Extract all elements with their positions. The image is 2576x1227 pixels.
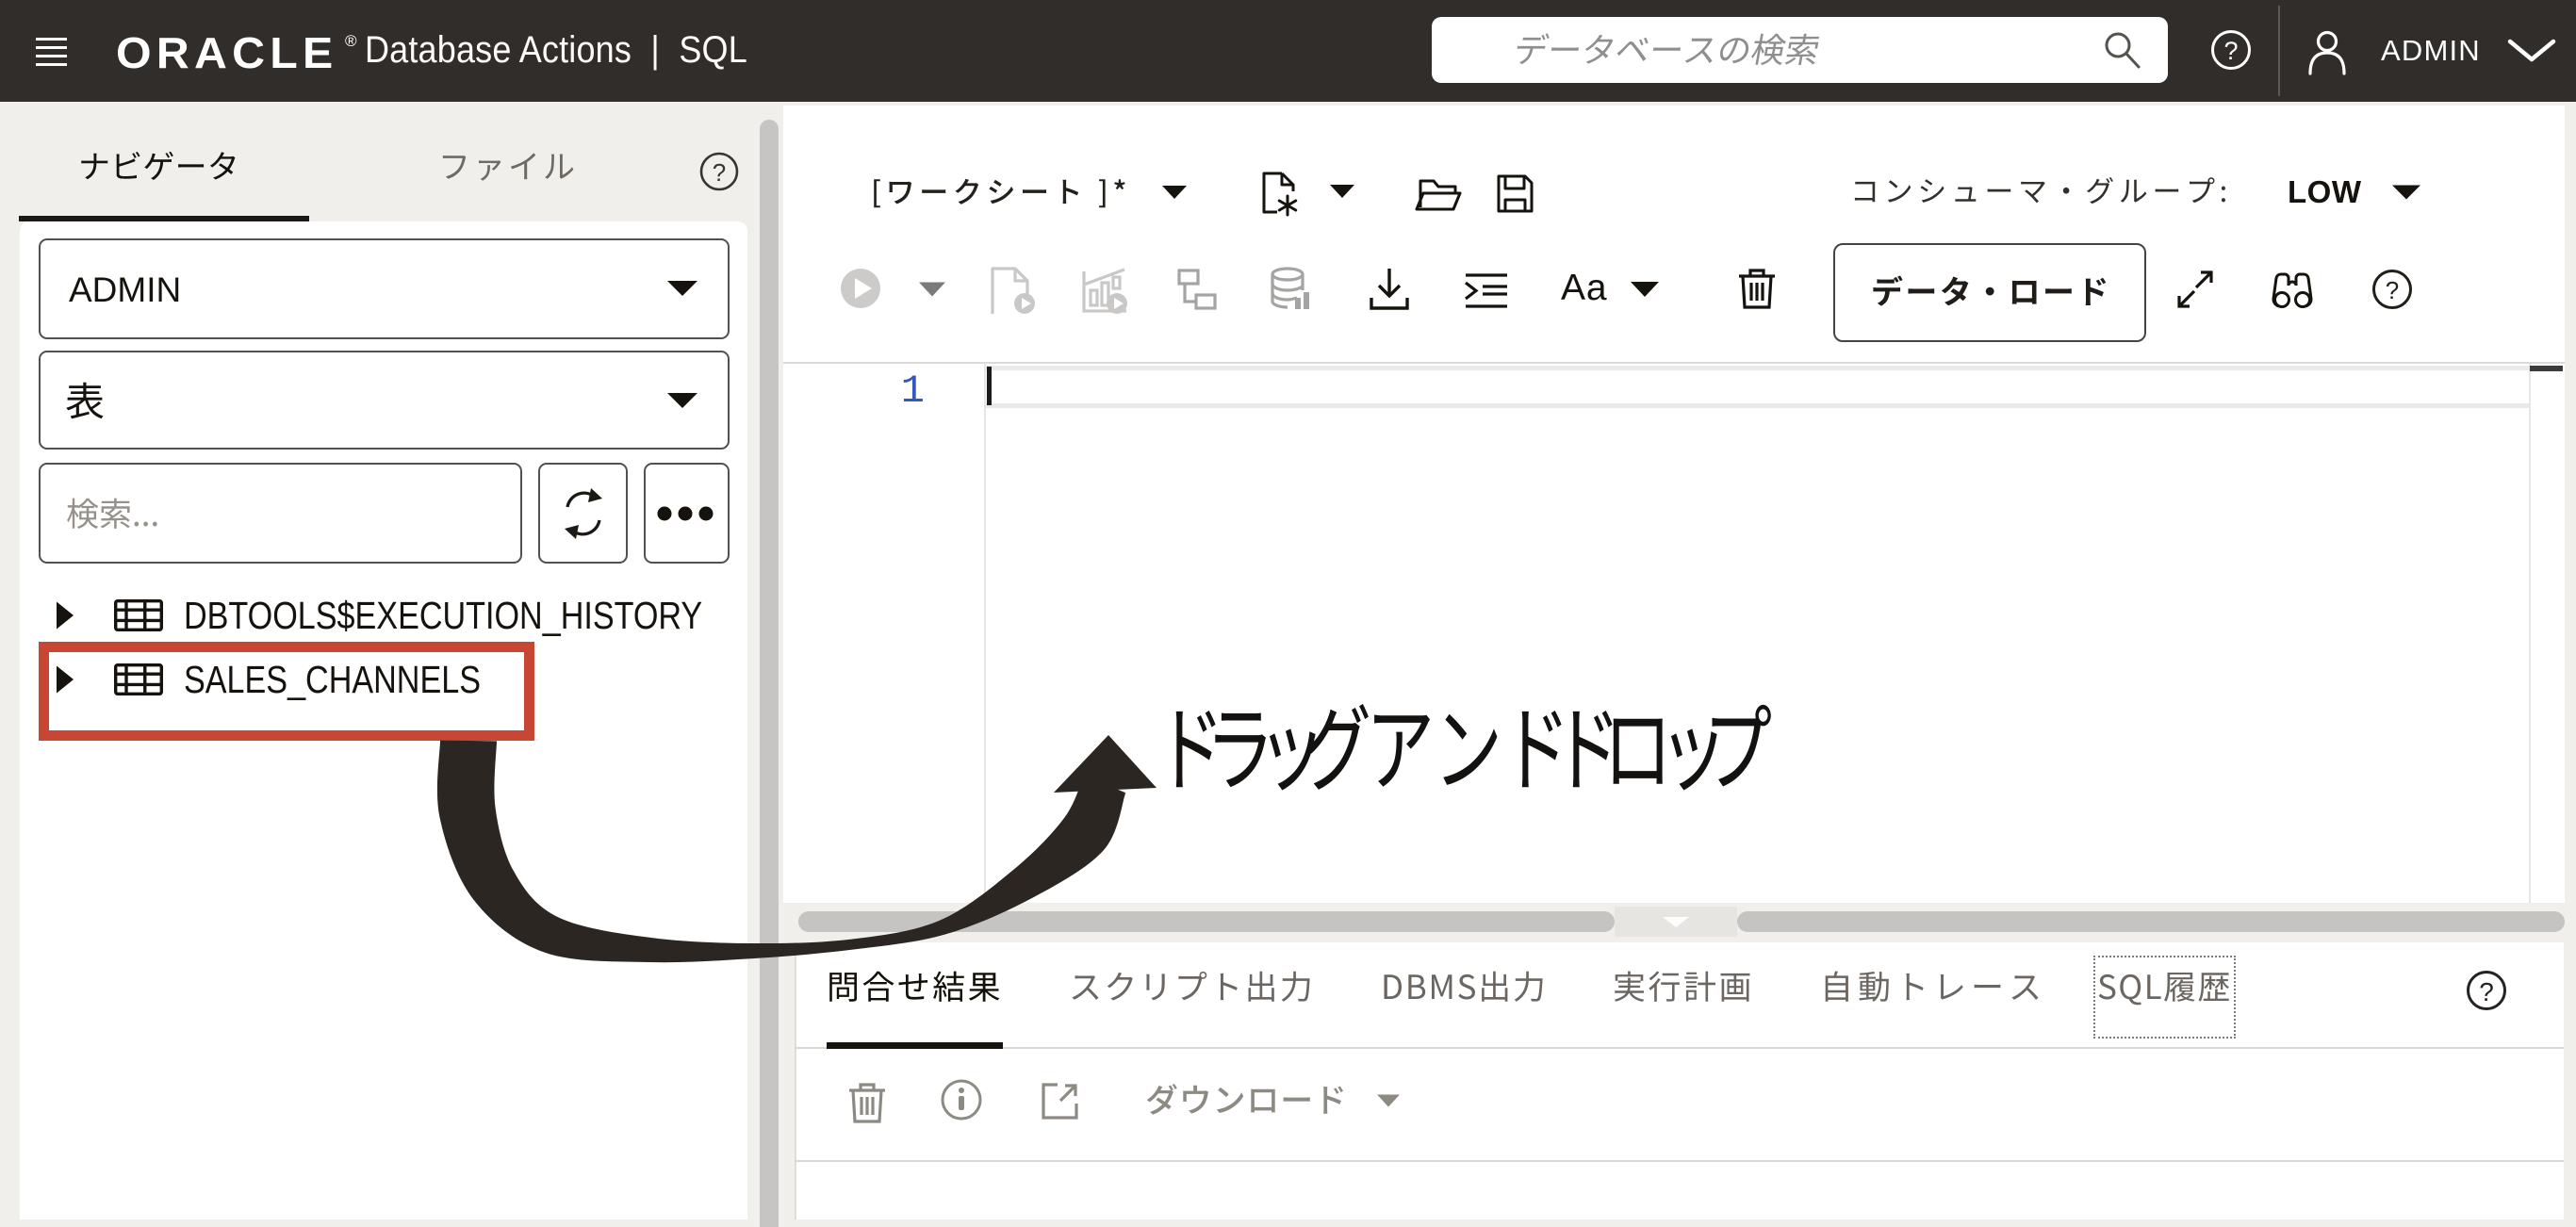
svg-text:1: 1: [901, 368, 925, 414]
svg-text:DBTOOLS$EXECUTION_HISTORY: DBTOOLS$EXECUTION_HISTORY: [184, 594, 702, 637]
svg-text:SALES_CHANNELS: SALES_CHANNELS: [184, 658, 481, 701]
svg-text:?: ?: [2479, 977, 2494, 1006]
svg-text:?: ?: [713, 158, 726, 187]
svg-text:LOW: LOW: [2288, 174, 2362, 209]
svg-text:ADMIN: ADMIN: [2381, 34, 2481, 67]
svg-text:?: ?: [2223, 37, 2238, 65]
svg-text:Aa: Aa: [1561, 268, 1607, 308]
svg-text:?: ?: [2386, 276, 2399, 304]
